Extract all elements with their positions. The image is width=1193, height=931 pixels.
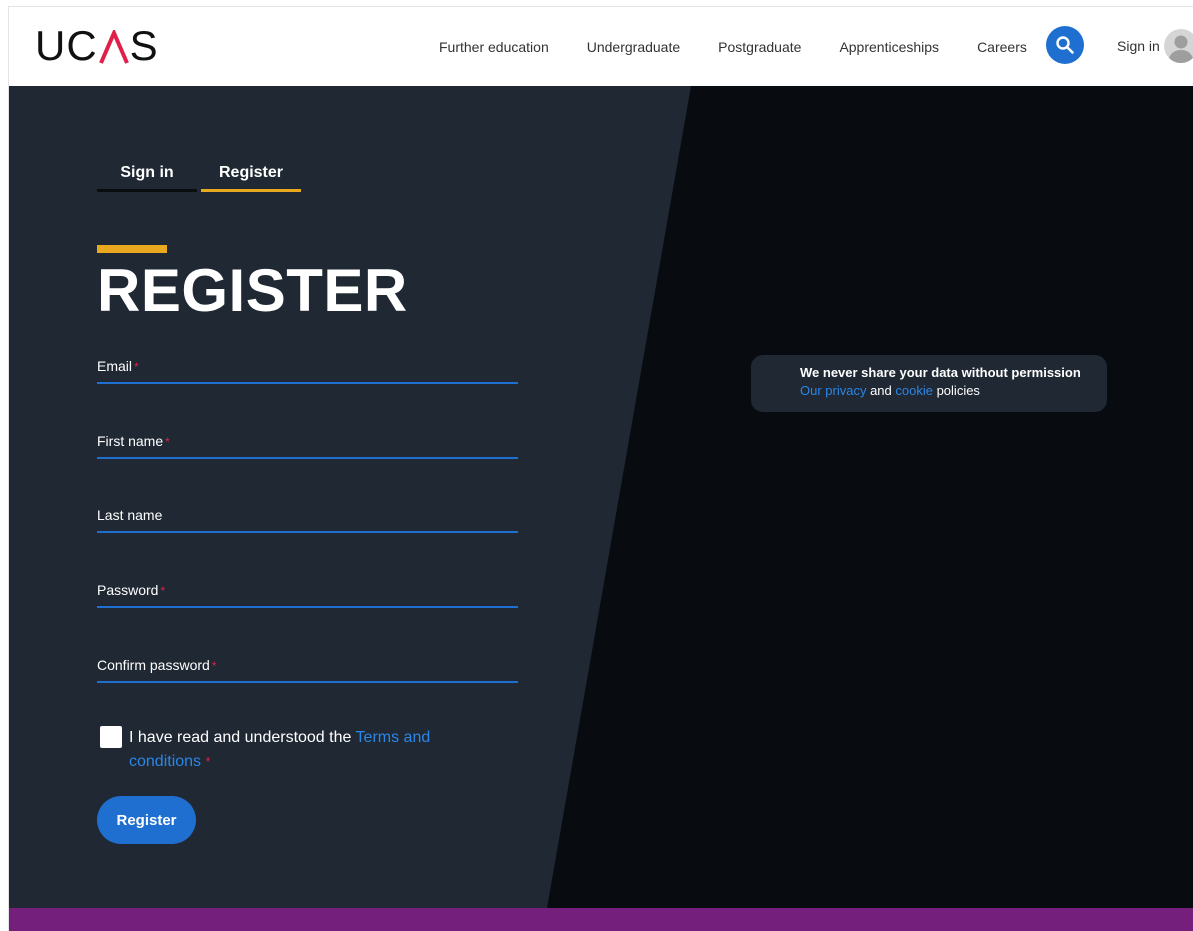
auth-tabs: Sign in Register [97,162,301,192]
logo-text-right: S [129,22,159,69]
privacy-suffix: policies [932,383,980,398]
required-marker: * [160,584,166,598]
terms-text: I have read and understood the Terms and… [129,726,449,774]
footer-bar [9,908,1193,931]
register-button[interactable]: Register [97,796,196,844]
confirm-password-field[interactable]: Confirm password * [97,657,518,683]
tab-sign-in[interactable]: Sign in [97,162,197,192]
terms-prefix: I have read and understood the [129,729,356,746]
logo-a-icon [98,29,129,64]
required-marker: * [134,360,139,374]
last-name-label: Last name [97,507,163,523]
confirm-password-label: Confirm password [97,657,210,673]
site-header: UC S Further education Undergraduate Pos… [9,7,1193,86]
user-icon [1168,35,1193,63]
privacy-headline: We never share your data without permiss… [800,365,1081,380]
password-label: Password [97,582,159,598]
search-icon [1056,36,1074,54]
avatar[interactable] [1164,29,1193,63]
privacy-link[interactable]: Our privacy [800,383,866,398]
required-marker: * [165,435,170,449]
nav-postgraduate[interactable]: Postgraduate [718,39,801,55]
email-label: Email [97,358,133,374]
tab-register[interactable]: Register [201,162,301,192]
required-marker: * [211,659,217,673]
main-nav: Further education Undergraduate Postgrad… [439,7,1065,86]
privacy-notice: We never share your data without permiss… [751,355,1107,412]
first-name-field[interactable]: First name * [97,433,518,459]
page-frame: UC S Further education Undergraduate Pos… [8,6,1193,931]
cookie-link[interactable]: cookie [895,383,933,398]
title-accent-bar [97,245,167,253]
search-button[interactable] [1046,26,1084,64]
logo-text-left: UC [35,22,98,69]
page-title: REGISTER [97,257,408,324]
ucas-logo[interactable]: UC S [35,22,159,70]
register-main: Sign in Register REGISTER Email * First n… [9,86,1193,908]
nav-further-education[interactable]: Further education [439,39,549,55]
first-name-label: First name [97,433,164,449]
nav-undergraduate[interactable]: Undergraduate [587,39,680,55]
nav-careers[interactable]: Careers [977,39,1027,55]
required-marker: * [205,754,211,769]
header-sign-in-link[interactable]: Sign in [1117,38,1160,54]
nav-apprenticeships[interactable]: Apprenticeships [839,39,939,55]
email-field[interactable]: Email * [97,358,518,384]
privacy-and: and [866,383,896,398]
form-panel-background [9,86,691,908]
privacy-policy-text: Our privacy and cookie policies [800,383,1107,398]
last-name-field[interactable]: Last name [97,507,518,533]
terms-checkbox[interactable] [100,726,122,748]
password-field[interactable]: Password * [97,582,518,608]
